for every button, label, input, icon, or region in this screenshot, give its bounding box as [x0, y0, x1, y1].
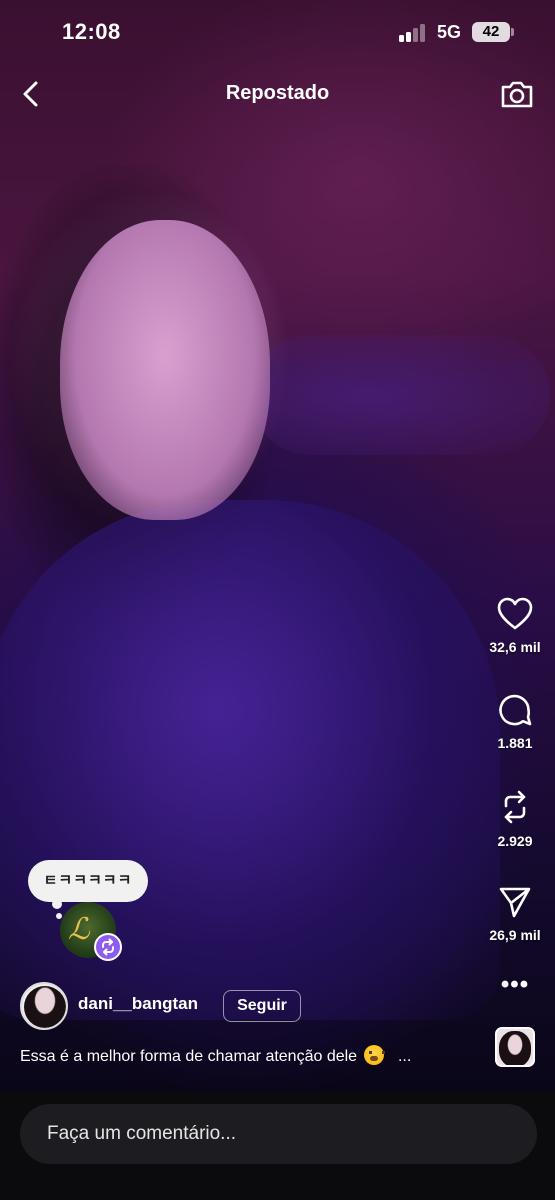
- like-button[interactable]: 32,6 mil: [475, 596, 555, 655]
- reposter-avatar-logo: ℒ: [68, 912, 90, 947]
- page-title: Repostado: [225, 82, 330, 104]
- audio-thumbnail[interactable]: [495, 1027, 535, 1067]
- status-time: 12:08: [62, 19, 121, 44]
- caption-text: Essa é a melhor forma de chamar atenção …: [20, 1048, 358, 1065]
- battery-cap: [511, 28, 514, 36]
- camera-icon: [501, 81, 533, 108]
- like-count: 32,6 mil: [489, 639, 541, 655]
- repost-arrows-icon: [102, 938, 114, 956]
- signal-icon: [399, 24, 429, 42]
- audio-thumbnail-image: [499, 1031, 531, 1065]
- share-count: 26,9 mil: [489, 927, 541, 943]
- more-options-button[interactable]: •••: [492, 973, 538, 999]
- repost-badge-icon: [94, 933, 122, 961]
- video-arm-shape: [250, 335, 550, 455]
- battery-icon: 42: [472, 22, 510, 42]
- header: Repostado: [0, 64, 555, 124]
- caption[interactable]: Essa é a melhor forma de chamar atenção …: [20, 1045, 480, 1066]
- bubble-tail-dot: [52, 899, 62, 909]
- bubble-tail-dot-small: [56, 913, 62, 919]
- comment-icon: [499, 694, 532, 726]
- send-icon: [499, 887, 531, 918]
- network-label: 5G: [437, 22, 462, 42]
- camera-button[interactable]: [499, 76, 535, 112]
- repost-button[interactable]: 2.929: [475, 788, 555, 849]
- repost-count: 2.929: [497, 833, 533, 849]
- comment-bar: [0, 1092, 555, 1200]
- avatar-image: [24, 986, 66, 1028]
- caption-more[interactable]: ...: [398, 1048, 411, 1065]
- share-button[interactable]: 26,9 mil: [475, 884, 555, 943]
- avatar[interactable]: [20, 982, 68, 1030]
- follow-button[interactable]: Seguir: [223, 990, 301, 1022]
- video-face-shape: [60, 220, 270, 520]
- heart-icon: [497, 597, 533, 630]
- status-bar: 12:08 5G 42: [0, 0, 555, 64]
- comment-button[interactable]: 1.881: [475, 692, 555, 751]
- comment-count: 1.881: [497, 735, 533, 751]
- repost-icon: [504, 790, 526, 824]
- face-with-hand-over-mouth-icon: [363, 1045, 385, 1065]
- repost-note-bubble[interactable]: ㅌㅋㅋㅋㅋㅋ: [28, 860, 148, 902]
- username[interactable]: dani__bangtan: [78, 994, 198, 1014]
- comment-input[interactable]: [20, 1104, 537, 1164]
